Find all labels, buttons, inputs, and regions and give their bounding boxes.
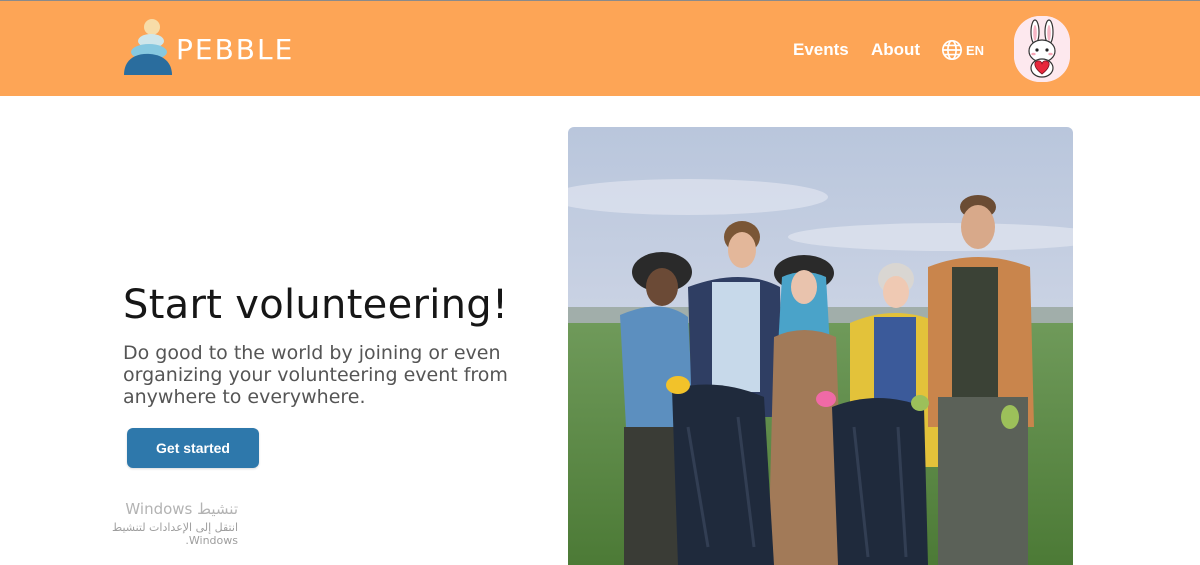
volunteers-photo xyxy=(568,127,1073,565)
language-label: EN xyxy=(966,42,985,58)
pebble-logo[interactable]: PEBBLE xyxy=(122,19,302,77)
volunteers-hero-image xyxy=(568,127,1073,565)
user-avatar[interactable] xyxy=(1014,16,1070,82)
watermark-subtitle: انتقل إلى الإعدادات لتنشيط Windows. xyxy=(112,521,238,547)
nav-about: About xyxy=(871,37,920,63)
language-button[interactable]: EN xyxy=(941,39,984,61)
top-navbar: PEBBLE Events About EN xyxy=(0,0,1200,96)
pebble-stack-icon xyxy=(124,19,172,75)
windows-activation-watermark: تنشيط Windows انتقل إلى الإعدادات لتنشيط… xyxy=(56,500,238,547)
globe-icon xyxy=(942,40,962,60)
watermark-title: تنشيط Windows xyxy=(125,500,238,518)
language-switcher: EN xyxy=(941,37,984,63)
main-nav: Events xyxy=(793,37,849,63)
hero-subtitle: Do good to the world by joining or even … xyxy=(123,342,508,408)
nav-events-link[interactable]: Events xyxy=(793,40,849,60)
hero-title: Start volunteering! xyxy=(123,282,509,328)
nav-about-link[interactable]: About xyxy=(871,40,920,60)
bunny-holding-heart-icon xyxy=(1014,16,1070,82)
logo-text: PEBBLE xyxy=(176,32,295,66)
get-started-button[interactable]: Get started xyxy=(127,428,259,468)
